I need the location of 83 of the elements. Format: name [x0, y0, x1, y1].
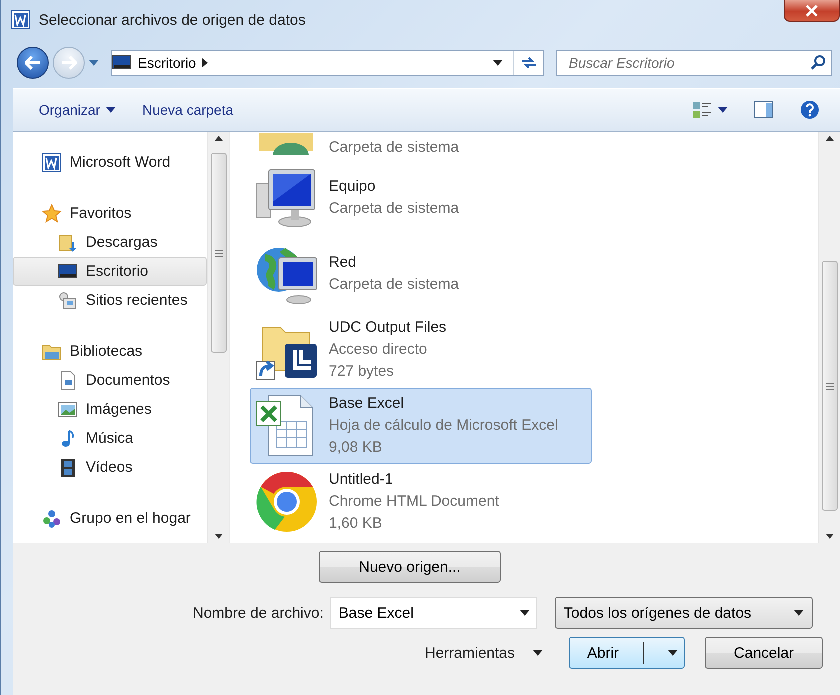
- file-detail: 9,08 KB: [329, 438, 384, 458]
- preview-pane-icon: [754, 101, 774, 119]
- file-item[interactable]: Carpeta de sistema: [250, 132, 592, 160]
- refresh-arrows-icon: [520, 56, 538, 70]
- new-folder-button[interactable]: Nueva carpeta: [132, 98, 244, 122]
- scrollbar[interactable]: [207, 132, 229, 543]
- grip-icon: [214, 250, 222, 256]
- desktop-icon: [58, 262, 78, 282]
- file-name-label: Nombre de archivo:: [193, 604, 324, 622]
- file-item[interactable]: Base Excel Hoja de cálculo de Microsoft Excel 9,08 KB: [250, 388, 592, 464]
- file-detail: Carpeta de sistema: [329, 138, 460, 158]
- back-button[interactable]: [17, 47, 49, 79]
- scroll-up-icon: [214, 136, 222, 141]
- recent-places-icon: [58, 290, 78, 310]
- film-icon: [58, 458, 78, 478]
- file-item[interactable]: Equipo Carpeta de sistema: [250, 160, 592, 236]
- navigation-item[interactable]: Música: [13, 424, 207, 453]
- scrollbar-thumb[interactable]: [822, 261, 838, 511]
- picture-icon: [58, 400, 78, 420]
- grip-icon: [826, 382, 834, 390]
- file-detail: 727 bytes: [329, 362, 396, 382]
- caret-icon: [520, 610, 530, 616]
- arrow-left-icon: [25, 56, 41, 70]
- scrollbar[interactable]: [818, 132, 840, 543]
- tools-menu-button[interactable]: Herramientas: [415, 640, 554, 666]
- file-detail: Acceso directo: [329, 340, 428, 360]
- caret-icon: [106, 107, 116, 113]
- navigation-item[interactable]: Sitios recientes: [13, 286, 207, 315]
- navigation-group[interactable]: Favoritos: [13, 199, 207, 228]
- homegroup-icon: [42, 508, 62, 528]
- file-name: Red: [329, 253, 358, 273]
- star-icon: [42, 204, 62, 224]
- caret-icon: [493, 60, 503, 66]
- word-icon: [11, 10, 31, 30]
- scroll-down-icon: [826, 534, 834, 539]
- file-name: UDC Output Files: [329, 318, 447, 338]
- navigation-group[interactable]: Bibliotecas: [13, 337, 207, 366]
- address-bar[interactable]: Escritorio: [111, 50, 544, 76]
- breadcrumb-item[interactable]: Escritorio: [132, 51, 202, 75]
- file-item[interactable]: Untitled-1 Chrome HTML Document 1,60 KB: [250, 464, 592, 540]
- navigation-item[interactable]: Documentos: [13, 366, 207, 395]
- navigation-group[interactable]: Microsoft Word: [13, 148, 207, 177]
- file-type-dropdown[interactable]: Todos los orígenes de datos: [554, 597, 813, 629]
- search-icon: [811, 55, 827, 71]
- file-detail: 1,60 KB: [329, 514, 384, 534]
- search-field[interactable]: Buscar Escritorio: [556, 50, 832, 76]
- file-name: Untitled-1: [329, 470, 394, 490]
- file-detail: Carpeta de sistema: [329, 199, 460, 219]
- close-button[interactable]: [784, 0, 840, 22]
- help-icon: [800, 100, 820, 120]
- navigation-item[interactable]: Imágenes: [13, 395, 207, 424]
- file-detail: Chrome HTML Document: [329, 492, 500, 512]
- caret-icon: [718, 107, 728, 113]
- organize-menu-button[interactable]: Organizar: [29, 98, 126, 122]
- caret-icon: [533, 650, 544, 656]
- file-name-field[interactable]: Base Excel: [330, 597, 537, 629]
- file-item[interactable]: UDC Output Files Acceso directo 727 bytes: [250, 312, 592, 388]
- word-icon: [42, 152, 62, 172]
- new-source-button[interactable]: Nuevo origen...: [319, 551, 501, 583]
- chrome-logo-icon: [255, 470, 319, 534]
- scroll-up-icon: [826, 136, 834, 141]
- chevron-right-icon: [202, 58, 208, 68]
- navigation-item[interactable]: Escritorio: [13, 257, 207, 286]
- file-item[interactable]: Red Carpeta de sistema: [250, 236, 592, 312]
- navigation-item[interactable]: Vídeos: [13, 453, 207, 482]
- navigation-group[interactable]: Grupo en el hogar: [13, 504, 207, 533]
- history-caret-icon: [89, 60, 99, 66]
- close-icon: [806, 4, 818, 16]
- folder-download-icon: [58, 232, 78, 252]
- open-button[interactable]: Abrir: [569, 637, 686, 669]
- file-detail: Hoja de cálculo de Microsoft Excel: [329, 416, 558, 436]
- window-title: Seleccionar archivos de origen de datos: [39, 12, 306, 28]
- cancel-button[interactable]: Cancelar: [705, 637, 824, 669]
- caret-icon: [668, 650, 678, 656]
- scrollbar-thumb[interactable]: [210, 153, 226, 353]
- file-name: Equipo: [329, 177, 377, 197]
- scroll-down-icon: [214, 534, 222, 539]
- view-list-icon: [692, 101, 712, 119]
- navigation-item[interactable]: Descargas: [13, 228, 207, 257]
- file-detail: Carpeta de sistema: [329, 275, 460, 295]
- arrow-right-icon: [61, 56, 77, 70]
- file-name: Base Excel: [329, 394, 406, 414]
- caret-icon: [794, 610, 804, 616]
